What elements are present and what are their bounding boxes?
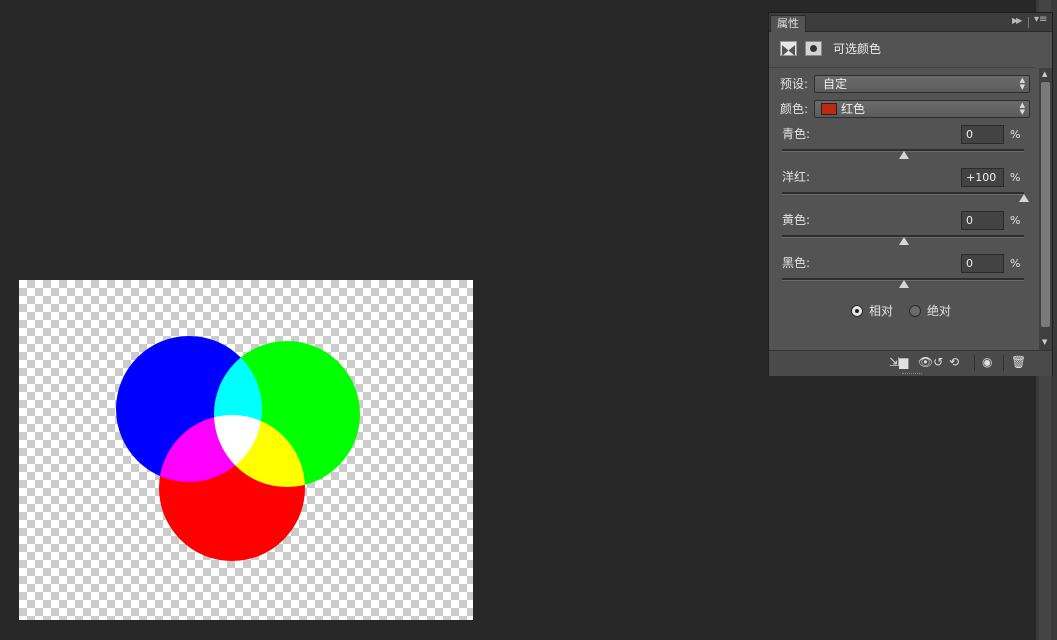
visibility-eye-icon[interactable]: ◉ — [982, 355, 992, 369]
magenta-label: 洋红: — [782, 170, 811, 184]
red-swatch — [821, 103, 837, 115]
magenta-slider-thumb[interactable] — [1019, 194, 1029, 202]
delete-trash-icon[interactable]: 🗑 — [1011, 355, 1026, 369]
panel-footer: ⇲▆ 👁↺ ⟲ ◉ 🗑 — [769, 350, 1052, 376]
panel-menu-icon[interactable]: ▾≡ — [1034, 14, 1047, 25]
yellow-slider-thumb[interactable] — [899, 237, 909, 245]
rgb-circles-artwork — [116, 336, 360, 561]
cyan-input[interactable]: 0 — [961, 125, 1004, 144]
red-circle — [159, 415, 305, 561]
title-divider — [769, 67, 1035, 68]
colors-label: 颜色: — [780, 102, 809, 116]
scroll-down-icon[interactable]: ▼ — [1042, 338, 1047, 346]
cyan-slider-thumb[interactable] — [899, 151, 909, 159]
document-canvas[interactable] — [19, 280, 473, 620]
collapse-icon[interactable]: ▶▶ — [1012, 16, 1022, 25]
workspace: 属性 ▶▶ ▾≡ 可选颜色 预设: 自定 ▲ ▼ 颜色: 红色 ▲ ▼ 青色: … — [0, 0, 1057, 640]
preset-value: 自定 — [823, 77, 848, 91]
magenta-input[interactable]: +100 — [961, 168, 1004, 187]
view-previous-state-icon[interactable]: 👁↺ — [918, 355, 943, 369]
footer-divider — [974, 355, 975, 371]
selective-color-icon[interactable] — [780, 41, 797, 56]
yellow-label: 黄色: — [782, 213, 811, 227]
black-slider-thumb[interactable] — [899, 280, 909, 288]
magenta-slider-track[interactable] — [782, 192, 1024, 195]
black-input[interactable]: 0 — [961, 254, 1004, 273]
absolute-label: 绝对 — [927, 304, 952, 318]
absolute-radio[interactable] — [909, 305, 921, 317]
colors-dropdown[interactable]: 红色 ▲ ▼ — [814, 100, 1030, 118]
percent-sign: % — [1010, 171, 1021, 184]
percent-sign: % — [1010, 214, 1021, 227]
panel-scrollbar[interactable]: ▲ ▼ — [1039, 68, 1052, 351]
percent-sign: % — [1010, 128, 1021, 141]
resize-grip[interactable] — [902, 373, 922, 376]
updown-arrows-icon: ▲ ▼ — [1019, 76, 1025, 91]
preset-dropdown[interactable]: 自定 ▲ ▼ — [814, 75, 1030, 93]
cyan-label: 青色: — [782, 127, 811, 141]
relative-label: 相对 — [869, 304, 894, 318]
relative-radio[interactable] — [851, 305, 863, 317]
black-label: 黑色: — [782, 256, 811, 270]
properties-panel: 属性 ▶▶ ▾≡ 可选颜色 预设: 自定 ▲ ▼ 颜色: 红色 ▲ ▼ 青色: … — [768, 12, 1053, 376]
preset-label: 预设: — [780, 77, 809, 91]
clip-to-layer-icon[interactable]: ⇲▆ — [889, 355, 908, 369]
yellow-input[interactable]: 0 — [961, 211, 1004, 230]
scroll-up-icon[interactable]: ▲ — [1042, 70, 1047, 78]
colors-value: 红色 — [841, 102, 866, 116]
percent-sign: % — [1010, 257, 1021, 270]
footer-divider — [1003, 355, 1004, 371]
tab-properties[interactable]: 属性 — [770, 15, 806, 32]
panel-header: 属性 ▶▶ ▾≡ — [769, 13, 1052, 32]
updown-arrows-icon: ▲ ▼ — [1019, 101, 1025, 116]
header-divider — [1028, 17, 1029, 28]
reset-icon[interactable]: ⟲ — [949, 355, 959, 369]
scrollbar-thumb[interactable] — [1041, 82, 1050, 327]
adjustment-title: 可选颜色 — [833, 42, 882, 56]
layer-mask-icon[interactable] — [805, 41, 822, 56]
